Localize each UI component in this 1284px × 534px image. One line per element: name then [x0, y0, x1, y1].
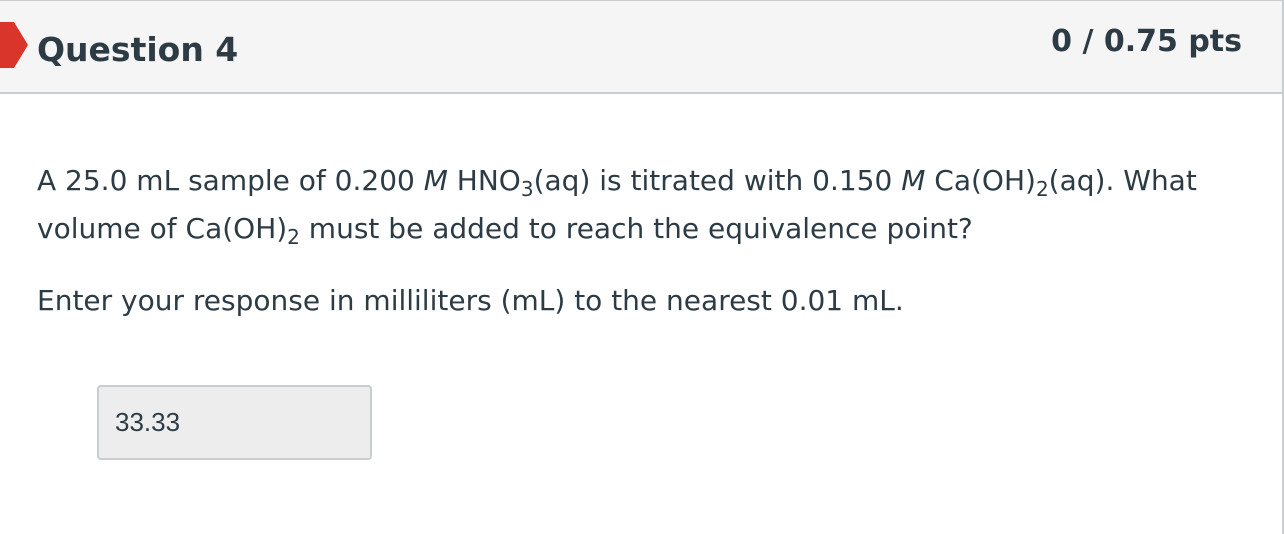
subscript: 3 [520, 177, 534, 201]
molarity-unit: M [901, 164, 926, 197]
prompt-text: (aq) is titrated with 0.150 [533, 164, 902, 197]
question-panel: Question 4 0 / 0.75 pts A 25.0 mL sample… [0, 0, 1284, 534]
question-instruction: Enter your response in milliliters (mL) … [37, 284, 904, 317]
question-prompt: A 25.0 mL sample of 0.200 M HNO3(aq) is … [37, 157, 1237, 253]
molarity-unit: M [423, 164, 448, 197]
question-title: Question 4 [37, 30, 239, 69]
question-header: Question 4 0 / 0.75 pts [0, 0, 1282, 94]
incorrect-answer-marker-icon [0, 22, 28, 68]
question-text: A 25.0 mL sample of 0.200 M HNO3(aq) is … [37, 157, 1237, 325]
question-points: 0 / 0.75 pts [1051, 24, 1242, 59]
prompt-text: HNO [447, 164, 521, 197]
answer-input[interactable] [97, 385, 372, 460]
prompt-text: must be added to reach the equivalence p… [299, 212, 973, 245]
prompt-text: A 25.0 mL sample of 0.200 [37, 164, 424, 197]
subscript: 2 [287, 225, 300, 249]
prompt-text: Ca(OH) [925, 164, 1036, 197]
subscript: 2 [1035, 177, 1049, 201]
